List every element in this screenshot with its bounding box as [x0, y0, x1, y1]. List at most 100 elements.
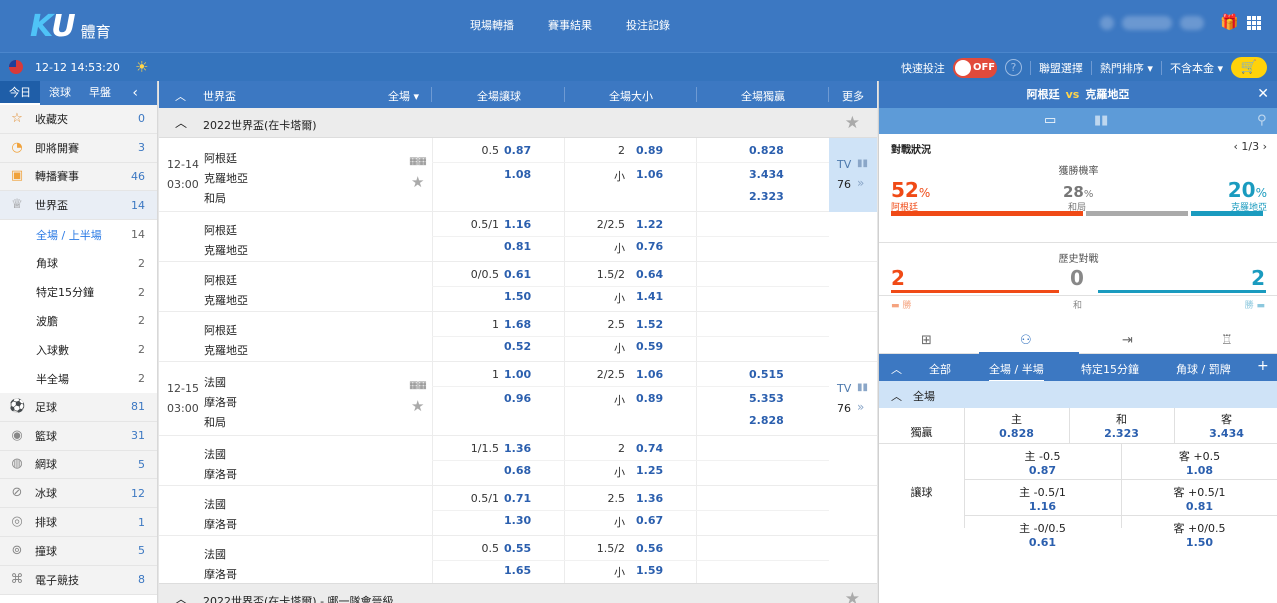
scoreboard-icon[interactable]: ▦▦: [409, 156, 427, 167]
collapse-icon[interactable]: ︿: [175, 590, 187, 603]
under-odds[interactable]: 1.41: [636, 290, 663, 303]
nav-bet-history[interactable]: 投注記錄: [626, 17, 670, 33]
handicap-home-odds[interactable]: 0.61: [964, 536, 1121, 549]
handicap-home-odds[interactable]: 0.87: [964, 464, 1121, 477]
collapse-icon[interactable]: ‹: [123, 81, 147, 105]
sidebar-item[interactable]: 入球數 2: [0, 335, 157, 365]
handicap-away-odds[interactable]: 0.81: [504, 240, 531, 253]
over-odds[interactable]: 0.74: [636, 442, 663, 455]
under-odds[interactable]: 1.59: [636, 564, 663, 577]
market-tab-all[interactable]: 全部: [929, 361, 951, 377]
market-tab-corners[interactable]: 角球 / 罰牌: [1176, 361, 1231, 377]
handicap-home-odds[interactable]: 0.71: [504, 492, 531, 505]
handicap-away-cell[interactable]: 客 +0.5 1.08: [1121, 448, 1277, 477]
collapse-icon[interactable]: ︿: [175, 114, 187, 131]
jersey-tab-icon[interactable]: ♖: [1221, 333, 1233, 348]
sidebar-item[interactable]: 半全場 2: [0, 364, 157, 393]
league-header[interactable]: ︿ 2022世界盃(在卡塔爾) - 哪一隊會晉級 ★: [159, 583, 877, 603]
handicap-away-odds[interactable]: 0.52: [504, 340, 531, 353]
handicap-home-odds[interactable]: 1.00: [504, 368, 531, 381]
chart-icon[interactable]: ▮▮: [857, 382, 868, 393]
tv-more-cell[interactable]: TV ▮▮ 76 »: [829, 362, 877, 436]
moneyline-away[interactable]: 3.434: [749, 168, 784, 181]
lineup-tab-icon[interactable]: ⚇: [1020, 333, 1032, 348]
chart-icon[interactable]: ▮▮: [857, 158, 868, 169]
sidebar-item[interactable]: ⊚ 撞球 5: [0, 536, 157, 566]
tv-icon[interactable]: TV: [837, 158, 851, 171]
currency-select[interactable]: 不含本金 ▾: [1170, 60, 1223, 76]
moneyline-home[interactable]: 0.828: [749, 144, 784, 157]
handicap-away-odds[interactable]: 1.50: [1121, 536, 1277, 549]
sidebar-item[interactable]: ◎ 排球 1: [0, 508, 157, 537]
field-icon[interactable]: ▭: [1044, 113, 1056, 128]
pin-icon[interactable]: ⚲: [1257, 113, 1267, 128]
favorite-star-icon[interactable]: ★: [845, 589, 860, 603]
flag-icon[interactable]: [9, 60, 23, 74]
over-odds[interactable]: 1.52: [636, 318, 663, 331]
collapse-icon[interactable]: ︿: [891, 361, 902, 377]
pager[interactable]: ‹ 1/3 ›: [1234, 140, 1268, 153]
section-full-match[interactable]: ︿ 全場: [879, 381, 1277, 408]
logo[interactable]: KU 體育: [30, 8, 111, 44]
moneyline-away[interactable]: 5.353: [749, 392, 784, 405]
handicap-away-odds[interactable]: 1.30: [504, 514, 531, 527]
sun-icon[interactable]: ☀: [135, 58, 148, 76]
sidebar-item[interactable]: ◔ 即將開賽 3: [0, 133, 157, 163]
bet-slip-cart-icon[interactable]: 🛒: [1231, 57, 1267, 78]
period-select[interactable]: 全場 ▾: [388, 88, 419, 104]
market-tab-15min[interactable]: 特定15分鐘: [1081, 361, 1139, 377]
tab-live[interactable]: 滾球: [40, 81, 80, 105]
moneyline-cell[interactable]: 主 0.828: [964, 411, 1069, 440]
moneyline-cell[interactable]: 客 3.434: [1174, 411, 1277, 440]
handicap-away-cell[interactable]: 客 +0.5/1 0.81: [1121, 484, 1277, 513]
tab-early[interactable]: 早盤: [80, 81, 120, 105]
sidebar-item[interactable]: ☆ 收藏夾 0: [0, 105, 157, 134]
header-more[interactable]: 更多: [842, 88, 864, 104]
more-count[interactable]: 76: [837, 178, 851, 191]
moneyline-draw[interactable]: 2.828: [749, 414, 784, 427]
over-odds[interactable]: 0.89: [636, 144, 663, 157]
sidebar-item[interactable]: ⚽ 足球 81: [0, 392, 157, 422]
over-odds[interactable]: 1.06: [636, 368, 663, 381]
collapse-all-icon[interactable]: ︿: [175, 88, 186, 104]
sidebar-item[interactable]: 全場 / 上半場 14: [0, 220, 157, 249]
more-count[interactable]: 76: [837, 402, 851, 415]
tab-today[interactable]: 今日: [0, 81, 40, 105]
league-select[interactable]: 聯盟選擇: [1039, 60, 1083, 76]
handicap-away-odds[interactable]: 1.08: [504, 168, 531, 181]
under-odds[interactable]: 1.06: [636, 168, 663, 181]
handicap-home-odds[interactable]: 0.61: [504, 268, 531, 281]
moneyline-cell[interactable]: 和 2.323: [1069, 411, 1174, 440]
sidebar-item[interactable]: ♕ 世界盃 14: [0, 191, 157, 221]
sidebar-item[interactable]: ◍ 網球 5: [0, 450, 157, 480]
user-info[interactable]: [1100, 16, 1204, 30]
handicap-away-odds[interactable]: 0.68: [504, 464, 531, 477]
sidebar-item[interactable]: 特定15分鐘 2: [0, 277, 157, 307]
handicap-home-odds[interactable]: 1.16: [964, 500, 1121, 513]
handicap-away-cell[interactable]: 客 +0/0.5 1.50: [1121, 520, 1277, 549]
substitution-tab-icon[interactable]: ⇥: [1122, 333, 1133, 348]
tv-icon[interactable]: TV: [837, 382, 851, 395]
nav-live[interactable]: 現場轉播: [470, 17, 514, 33]
under-odds[interactable]: 0.67: [636, 514, 663, 527]
sort-select[interactable]: 熱門排序 ▾: [1100, 60, 1153, 76]
handicap-home-cell[interactable]: 主 -0.5/1 1.16: [964, 484, 1121, 513]
handicap-away-odds[interactable]: 1.50: [504, 290, 531, 303]
handicap-away-odds[interactable]: 0.96: [504, 392, 531, 405]
outcome-odds[interactable]: 2.323: [1069, 427, 1174, 440]
sidebar-item[interactable]: ⊘ 冰球 12: [0, 479, 157, 509]
help-icon[interactable]: ?: [1004, 59, 1022, 76]
under-odds[interactable]: 0.59: [636, 340, 663, 353]
gift-icon[interactable]: 🎁: [1220, 15, 1239, 30]
handicap-home-odds[interactable]: 1.68: [504, 318, 531, 331]
handicap-home-odds[interactable]: 1.36: [504, 442, 531, 455]
quick-bet-toggle[interactable]: OFF: [952, 57, 997, 78]
more-arrow-icon[interactable]: »: [857, 400, 864, 414]
outcome-odds[interactable]: 0.828: [964, 427, 1069, 440]
sidebar-item[interactable]: ◉ 籃球 31: [0, 421, 157, 451]
handicap-home-odds[interactable]: 0.55: [504, 542, 531, 555]
field-tab-icon[interactable]: ⊞: [921, 333, 932, 348]
handicap-away-odds[interactable]: 0.81: [1121, 500, 1277, 513]
handicap-away-odds[interactable]: 1.08: [1121, 464, 1277, 477]
moneyline-draw[interactable]: 2.323: [749, 190, 784, 203]
